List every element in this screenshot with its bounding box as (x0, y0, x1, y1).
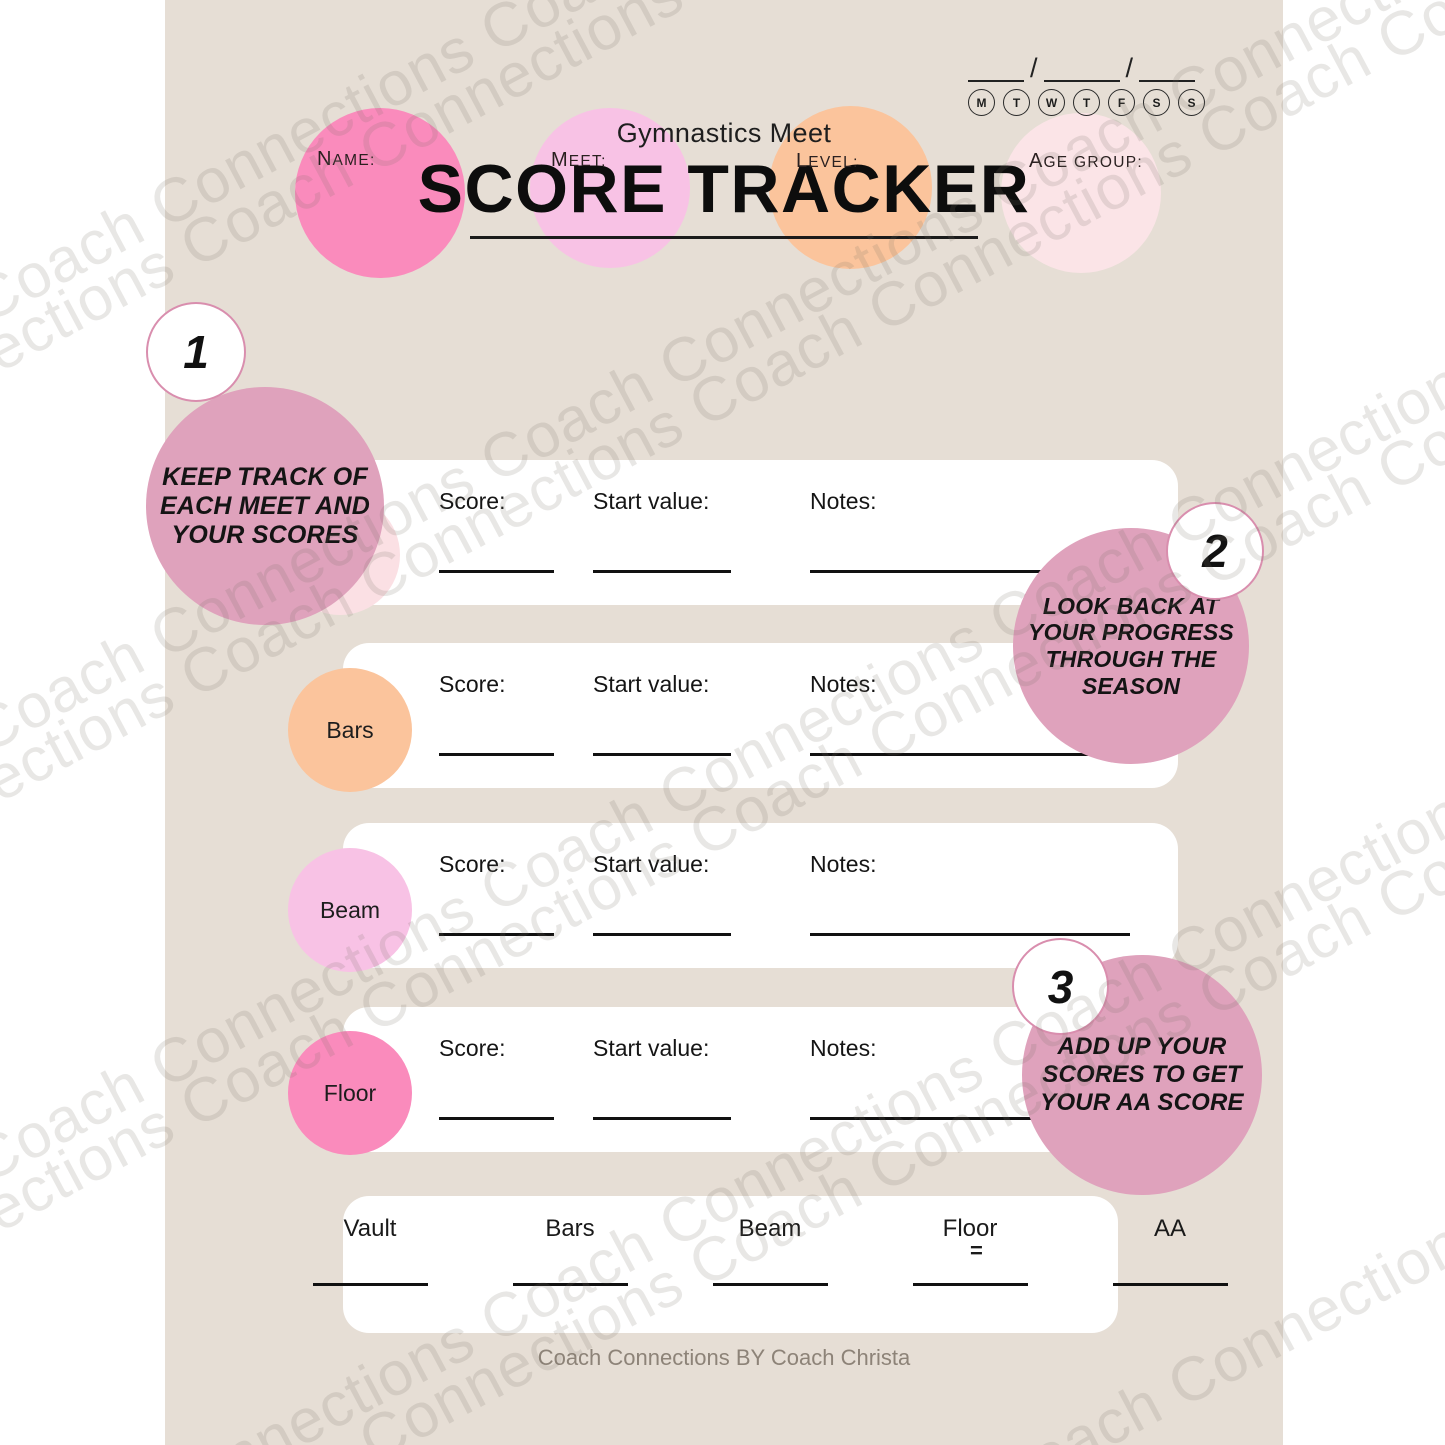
callout-badge-1: 1 (146, 302, 246, 402)
field-label-vault-1: Start value: (593, 488, 710, 514)
field-blank-bars-1[interactable] (593, 753, 731, 756)
weekday-6[interactable]: S (1178, 89, 1205, 116)
field-blank-floor-1[interactable] (593, 1117, 731, 1120)
total-blank-floor[interactable] (913, 1283, 1028, 1286)
total-label-aa: AA (1153, 1215, 1186, 1242)
field-blank-vault-0[interactable] (439, 570, 554, 573)
info-label-3: AGE GROUP: (1029, 150, 1143, 172)
footer-credit: Coach Connections BY Coach Christa (537, 1345, 911, 1370)
field-label-vault-2: Notes: (810, 488, 877, 514)
callout-number-2: 2 (1202, 525, 1228, 577)
weekday-4[interactable]: F (1108, 89, 1135, 116)
total-label-bars: Bars (545, 1215, 595, 1242)
date-field[interactable]: / / MTWTFSS (968, 52, 1205, 116)
event-circle-floor: Floor (288, 1031, 412, 1155)
callout-badge-3: 3 (1012, 938, 1109, 1035)
weekday-3[interactable]: T (1073, 89, 1100, 116)
info-label-1: MEET: (551, 149, 607, 171)
event-circle-beam: Beam (288, 848, 412, 972)
field-blank-beam-2[interactable] (810, 933, 1130, 936)
field-blank-vault-1[interactable] (593, 570, 731, 573)
event-circle-bars: Bars (288, 668, 412, 792)
event-label-bars: Bars (326, 716, 374, 743)
field-label-floor-0: Score: (439, 1035, 506, 1061)
info-label-0: NAME: (317, 148, 376, 170)
callout-bubble-1: KEEP TRACK OF EACH MEET AND YOUR SCORES (146, 387, 384, 625)
date-slash-1: / (1030, 53, 1038, 83)
field-label-bars-0: Score: (439, 671, 506, 697)
event-label-floor: Floor (323, 1079, 377, 1106)
title-underline (470, 236, 978, 240)
callout-text-1: KEEP TRACK OF EACH MEET AND YOUR SCORES (159, 462, 370, 549)
weekday-5[interactable]: S (1143, 89, 1170, 116)
event-label-beam: Beam (319, 896, 381, 923)
weekday-0[interactable]: M (968, 89, 995, 116)
field-blank-beam-0[interactable] (439, 933, 554, 936)
field-label-bars-2: Notes: (810, 671, 877, 697)
callout-number-1: 1 (183, 326, 209, 378)
weekday-2[interactable]: W (1038, 89, 1065, 116)
info-label-2: LEVEL: (796, 150, 859, 172)
callout-text-2: LOOK BACK AT YOUR PROGRESS THROUGH THE S… (1028, 592, 1234, 699)
weekday-selector[interactable]: MTWTFSS (968, 89, 1205, 116)
field-blank-floor-0[interactable] (439, 1117, 554, 1120)
field-label-beam-2: Notes: (810, 851, 877, 877)
equals-sign: = (970, 1238, 983, 1263)
date-blank-year[interactable] (1139, 52, 1196, 82)
field-label-vault-0: Score: (439, 488, 506, 514)
page-title-block: Gymnastics Meet SCORE TRACKER (165, 118, 1283, 240)
field-label-floor-2: Notes: (810, 1035, 877, 1061)
date-blanks[interactable]: / / (968, 52, 1205, 82)
callout-number-3: 3 (1047, 960, 1074, 1013)
field-label-floor-1: Start value: (593, 1035, 710, 1061)
callout-badge-2: 2 (1166, 502, 1264, 600)
date-blank-day[interactable] (1043, 52, 1120, 82)
total-blank-beam[interactable] (713, 1283, 828, 1286)
total-label-vault: Vault (343, 1215, 397, 1242)
date-blank-month[interactable] (968, 52, 1024, 82)
total-blank-bars[interactable] (513, 1283, 628, 1286)
field-blank-bars-0[interactable] (439, 753, 554, 756)
total-blank-aa[interactable] (1113, 1283, 1228, 1286)
total-label-beam: Beam (738, 1215, 802, 1242)
field-label-bars-1: Start value: (593, 671, 710, 697)
date-slash-2: / (1125, 53, 1134, 83)
page-subtitle: Gymnastics Meet (616, 118, 832, 148)
total-blank-vault[interactable] (313, 1283, 428, 1286)
callout-text-3: ADD UP YOUR SCORES TO GET YOUR AA SCORE (1040, 1033, 1244, 1116)
field-label-beam-0: Score: (439, 851, 506, 877)
screenshot-root: / / MTWTFSS Gymnastics Meet SCORE TRACKE… (0, 0, 1445, 1445)
field-blank-beam-1[interactable] (593, 933, 731, 936)
weekday-1[interactable]: T (1003, 89, 1030, 116)
field-label-beam-1: Start value: (593, 851, 710, 877)
